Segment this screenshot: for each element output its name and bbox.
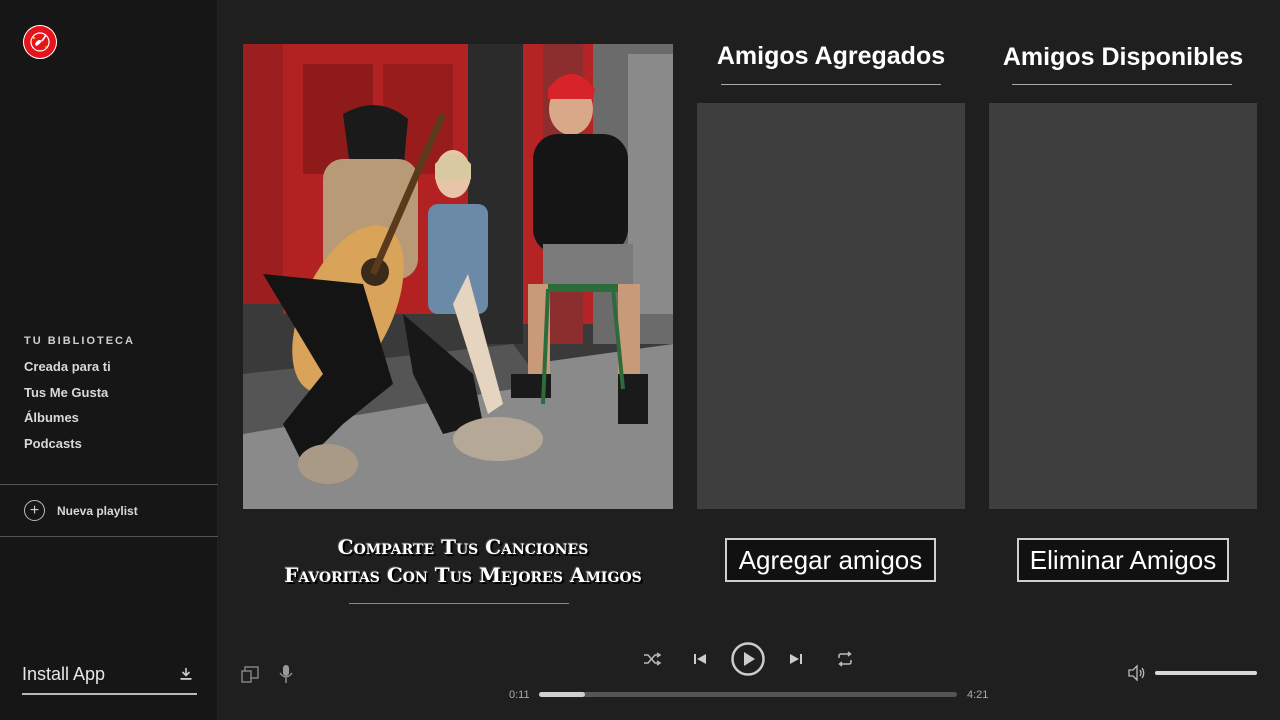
play-icon[interactable]: [730, 641, 766, 677]
progress-bar[interactable]: [539, 692, 957, 697]
available-friends-panel[interactable]: [989, 103, 1257, 509]
tagline-line-1: Comparte Tus Canciones: [337, 535, 589, 559]
app-window: TU BIBLIOTECA Creada para ti Tus Me Gust…: [0, 0, 1280, 720]
available-friends-title: Amigos Disponibles: [1002, 43, 1244, 71]
hero-image: [243, 44, 673, 509]
microphone-icon[interactable]: [277, 664, 295, 684]
previous-icon[interactable]: [691, 650, 709, 668]
devices-icon[interactable]: [240, 664, 260, 684]
add-friends-button[interactable]: Agregar amigos: [725, 538, 936, 582]
volume-fill: [1155, 671, 1257, 675]
tagline: Comparte Tus Canciones Favoritas Con Tus…: [243, 533, 683, 589]
plus-circle-icon: +: [24, 500, 45, 521]
logo-icon[interactable]: [23, 25, 57, 59]
sidebar-item-albumes[interactable]: Álbumes: [24, 411, 111, 437]
sidebar: TU BIBLIOTECA Creada para ti Tus Me Gust…: [0, 0, 218, 720]
volume-slider[interactable]: [1155, 671, 1257, 675]
added-friends-panel[interactable]: [697, 103, 965, 509]
remove-friends-button[interactable]: Eliminar Amigos: [1017, 538, 1229, 582]
sidebar-item-creada-para-ti[interactable]: Creada para ti: [24, 360, 111, 386]
shuffle-icon[interactable]: [642, 649, 662, 669]
added-friends-divider: [721, 84, 941, 85]
tagline-line-2: Favoritas Con Tus Mejores Amigos: [284, 563, 642, 587]
next-icon[interactable]: [787, 650, 805, 668]
new-playlist-label: Nueva playlist: [57, 503, 138, 518]
added-friends-title: Amigos Agregados: [716, 42, 946, 70]
install-app-button[interactable]: Install App: [22, 655, 197, 695]
elapsed-time: 0:11: [509, 689, 530, 701]
progress-fill: [539, 692, 585, 697]
duration-time: 4:21: [967, 689, 989, 701]
available-friends-divider: [1012, 84, 1232, 85]
library-list: Creada para ti Tus Me Gusta Álbumes Podc…: [24, 360, 111, 462]
install-app-label: Install App: [22, 663, 106, 684]
sidebar-item-podcasts[interactable]: Podcasts: [24, 436, 111, 463]
volume-icon[interactable]: [1127, 664, 1147, 682]
sidebar-item-tus-me-gusta[interactable]: Tus Me Gusta: [24, 385, 111, 412]
download-icon: [180, 668, 192, 680]
repeat-icon[interactable]: [835, 649, 855, 669]
new-playlist-button[interactable]: + Nueva playlist: [24, 500, 138, 521]
library-title: TU BIBLIOTECA: [24, 335, 135, 347]
sidebar-divider-bottom: [0, 536, 218, 537]
sidebar-divider-top: [0, 484, 218, 485]
tagline-divider: [349, 603, 569, 604]
